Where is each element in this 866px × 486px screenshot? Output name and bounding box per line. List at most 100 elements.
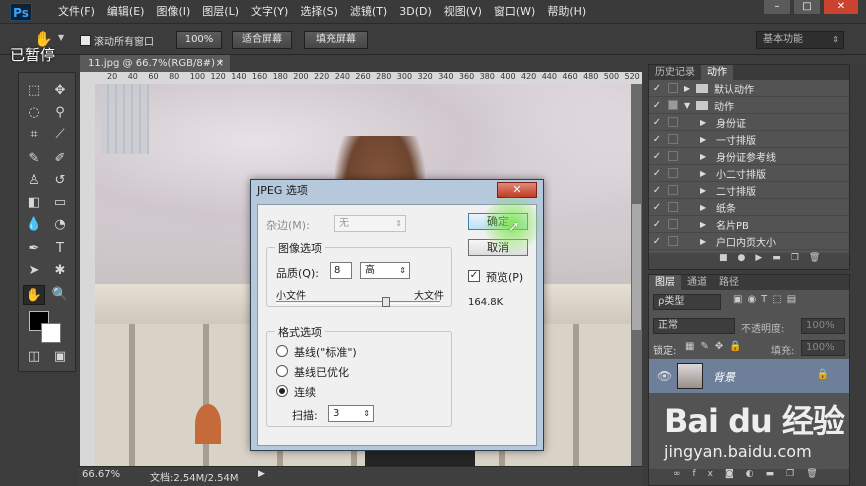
quality-input[interactable]: 8 [330,262,352,279]
chevron-right-icon[interactable]: ▶ [700,118,710,127]
vertical-scroll-thumb[interactable] [632,204,641,330]
document-vertical-scrollbar[interactable] [631,84,642,466]
tab-channels[interactable]: 通道 [681,275,713,290]
check-icon[interactable]: ✓ [649,202,665,213]
chevron-down-icon[interactable]: ▼ [58,33,64,42]
action-row[interactable]: ✓ ▶ 纸条 [649,199,849,216]
marquee-tool-icon[interactable]: ⬚ [23,81,45,101]
menu-item[interactable]: 帮助(H) [541,0,592,24]
record-icon[interactable]: ● [738,253,756,263]
action-row[interactable]: ✓ ▶ 小二寸排版 [649,165,849,182]
zoom-tool-icon[interactable]: 🔍 [49,285,71,305]
zoom-readout[interactable]: 66.67% [82,469,120,480]
lasso-tool-icon[interactable]: ◌ [23,103,45,123]
action-row[interactable]: ✓ ▶ 名片PB [649,216,849,233]
action-row[interactable]: ✓ ▼ 动作 [649,97,849,114]
eye-icon[interactable]: 👁 [657,369,672,383]
dialog-toggle-box[interactable] [668,236,678,246]
menu-item[interactable]: 视图(V) [438,0,488,24]
check-icon[interactable]: ✓ [649,100,665,111]
maximize-button[interactable]: □ [794,0,820,14]
scroll-all-windows[interactable]: 滚动所有窗口 [80,33,154,48]
layer-row-background[interactable]: 👁 背景 🔒 [649,359,849,393]
layer-filter-select[interactable]: ρ类型 [653,294,721,310]
new-action-icon[interactable]: ❐ [791,253,809,263]
menu-item[interactable]: 滤镜(T) [344,0,393,24]
dialog-toggle-box[interactable] [668,202,678,212]
opacity-input[interactable]: 100% [801,318,845,334]
menu-item[interactable]: 文件(F) [52,0,101,24]
pen-tool-icon[interactable]: ✒ [23,239,45,259]
check-icon[interactable]: ✓ [649,151,665,162]
chevron-right-icon[interactable]: ▶ [700,203,710,212]
close-icon[interactable]: × [216,55,224,72]
check-icon[interactable]: ✓ [649,219,665,230]
delete-icon[interactable]: 🗑 [809,253,830,263]
cancel-button[interactable]: 取消 [468,239,528,256]
quality-slider-thumb[interactable] [381,297,390,307]
workspace-select[interactable]: 基本功能 ⇕ [756,31,844,49]
fit-screen-button[interactable]: 适合屏幕 [232,31,292,49]
scans-select[interactable]: 3 ⇕ [328,405,374,422]
blur-tool-icon[interactable]: 💧 [23,215,45,235]
dialog-toggle-box[interactable] [668,219,678,229]
play-arrow-icon[interactable]: ▶ [258,469,265,479]
dialog-toggle-box[interactable] [668,185,678,195]
fill-screen-button[interactable]: 填充屏幕 [304,31,368,49]
move-tool-icon[interactable]: ✥ [49,81,71,101]
history-brush-icon[interactable]: ↺ [49,171,71,191]
zoom-100-button[interactable]: 100% [176,31,222,49]
minimize-button[interactable]: – [764,0,790,14]
dodge-tool-icon[interactable]: ◔ [49,215,71,235]
play-icon[interactable]: ▶ [755,253,772,263]
radio-baseline-standard[interactable] [276,345,288,357]
quality-preset-select[interactable]: 高 ⇕ [360,262,410,279]
check-icon[interactable]: ✓ [649,185,665,196]
chevron-down-icon[interactable]: ▼ [684,101,694,110]
action-row[interactable]: ✓ ▶ 默认动作 [649,80,849,97]
crop-tool-icon[interactable]: ⌗ [23,125,45,145]
chevron-right-icon[interactable]: ▶ [700,220,710,229]
tab-history[interactable]: 历史记录 [649,65,701,80]
spot-heal-tool-icon[interactable]: ✎ [23,149,45,169]
hand-tool-icon[interactable]: ✋ [23,285,45,305]
check-icon[interactable]: ✓ [649,236,665,247]
menu-item[interactable]: 窗口(W) [488,0,541,24]
check-icon[interactable]: ✓ [649,168,665,179]
action-row[interactable]: ✓ ▶ 身份证 [649,114,849,131]
dialog-close-button[interactable]: ✕ [497,182,537,198]
dialog-toggle-box[interactable] [668,151,678,161]
brush-tool-icon[interactable]: ✐ [49,149,71,169]
layer-name[interactable]: 背景 [713,369,735,385]
check-icon[interactable]: ✓ [649,83,665,94]
background-color-swatch[interactable] [41,323,61,343]
eraser-tool-icon[interactable]: ◧ [23,193,45,213]
blend-mode-select[interactable]: 正常 [653,318,735,334]
menu-item[interactable]: 选择(S) [294,0,344,24]
lock-icons[interactable]: ▦✎✥🔒 [685,341,748,352]
dialog-toggle-box[interactable] [668,83,678,93]
action-row[interactable]: ✓ ▶ 户口内页大小 [649,233,849,250]
matte-select[interactable]: 无 ⇕ [334,215,406,232]
tab-paths[interactable]: 路径 [713,275,745,290]
dialog-toggle-box[interactable] [668,117,678,127]
layer-filter-icons[interactable]: ▣◉T⬚▤ [733,294,801,305]
close-window-button[interactable]: ✕ [824,0,858,14]
type-tool-icon[interactable]: T [49,239,71,259]
quick-select-tool-icon[interactable]: ⚲ [49,103,71,123]
chevron-right-icon[interactable]: ▶ [700,135,710,144]
document-tab[interactable]: 11.jpg @ 66.7%(RGB/8#) * × [80,55,230,72]
menu-item[interactable]: 图层(L) [196,0,245,24]
chevron-right-icon[interactable]: ▶ [700,186,710,195]
chevron-right-icon[interactable]: ▶ [700,237,710,246]
menu-item[interactable]: 编辑(E) [101,0,151,24]
quick-mask-icon[interactable]: ◫ [23,347,45,367]
menu-item[interactable]: 文字(Y) [245,0,294,24]
gradient-tool-icon[interactable]: ▭ [49,193,71,213]
chevron-right-icon[interactable]: ▶ [700,169,710,178]
chevron-right-icon[interactable]: ▶ [684,84,694,93]
check-icon[interactable]: ✓ [649,134,665,145]
radio-progressive[interactable] [276,385,288,397]
chevron-right-icon[interactable]: ▶ [700,152,710,161]
radio-baseline-optimized[interactable] [276,365,288,377]
